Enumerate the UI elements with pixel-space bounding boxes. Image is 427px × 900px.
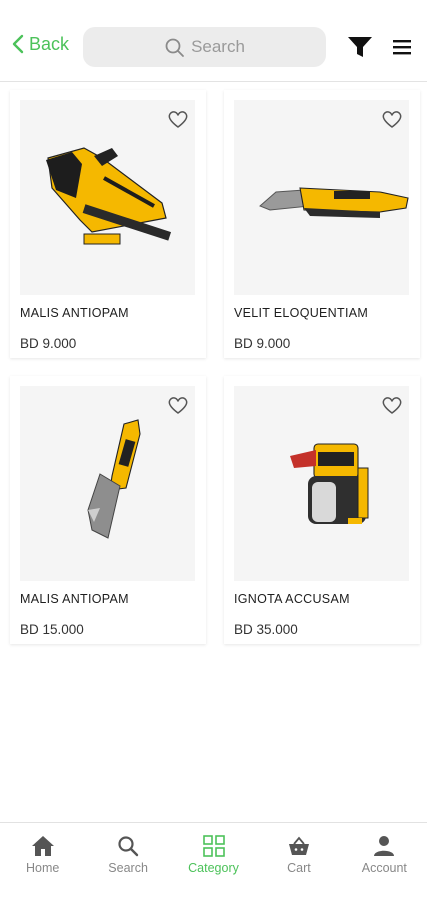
category-icon	[202, 835, 225, 857]
heart-icon[interactable]	[167, 109, 189, 129]
nav-cart-label: Cart	[287, 861, 311, 875]
menu-icon[interactable]	[391, 37, 415, 57]
search-icon	[118, 836, 139, 857]
heart-icon[interactable]	[167, 395, 189, 415]
product-price: BD 9.000	[20, 336, 77, 351]
product-image-utility-knife	[234, 100, 409, 295]
account-icon	[374, 836, 395, 856]
back-button[interactable]: Back	[10, 33, 69, 55]
cart-icon	[288, 836, 309, 855]
product-price: BD 15.000	[20, 622, 84, 637]
home-icon	[31, 836, 54, 856]
product-price: BD 35.000	[234, 622, 298, 637]
bottom-navigation: Home Search Category Cart Account	[0, 822, 427, 900]
nav-account[interactable]: Account	[342, 823, 427, 900]
filter-icon[interactable]	[346, 35, 374, 59]
heart-icon[interactable]	[381, 109, 403, 129]
product-name: MALIS ANTIOPAM	[20, 306, 129, 320]
nav-home-label: Home	[26, 861, 60, 875]
product-name: MALIS ANTIOPAM	[20, 592, 129, 606]
product-card[interactable]: MALIS ANTIOPAM BD 15.000	[10, 376, 206, 644]
search-icon	[165, 38, 184, 57]
nav-search[interactable]: Search	[85, 823, 170, 900]
product-image-stapler	[20, 100, 195, 295]
nav-account-label: Account	[361, 861, 407, 875]
product-image-folding-knife	[20, 386, 195, 581]
search-input[interactable]: Search	[83, 27, 326, 67]
search-placeholder: Search	[191, 37, 245, 56]
chevron-left-icon	[12, 34, 24, 54]
nav-cart[interactable]: Cart	[256, 823, 341, 900]
nav-category[interactable]: Category	[171, 823, 256, 900]
product-image-paint-sprayer	[234, 386, 409, 581]
top-bar: Back Search	[0, 0, 427, 82]
nav-search-label: Search	[108, 861, 148, 875]
back-label: Back	[29, 33, 70, 54]
nav-home[interactable]: Home	[0, 823, 85, 900]
heart-icon[interactable]	[381, 395, 403, 415]
product-price: BD 9.000	[234, 336, 291, 351]
product-name: VELIT ELOQUENTIAM	[234, 306, 369, 320]
product-card[interactable]: IGNOTA ACCUSAM BD 35.000	[224, 376, 420, 644]
product-card[interactable]: MALIS ANTIOPAM BD 9.000	[10, 90, 206, 358]
product-name: IGNOTA ACCUSAM	[234, 592, 350, 606]
nav-category-label: Category	[188, 861, 239, 875]
product-card[interactable]: VELIT ELOQUENTIAM BD 9.000	[224, 90, 420, 358]
